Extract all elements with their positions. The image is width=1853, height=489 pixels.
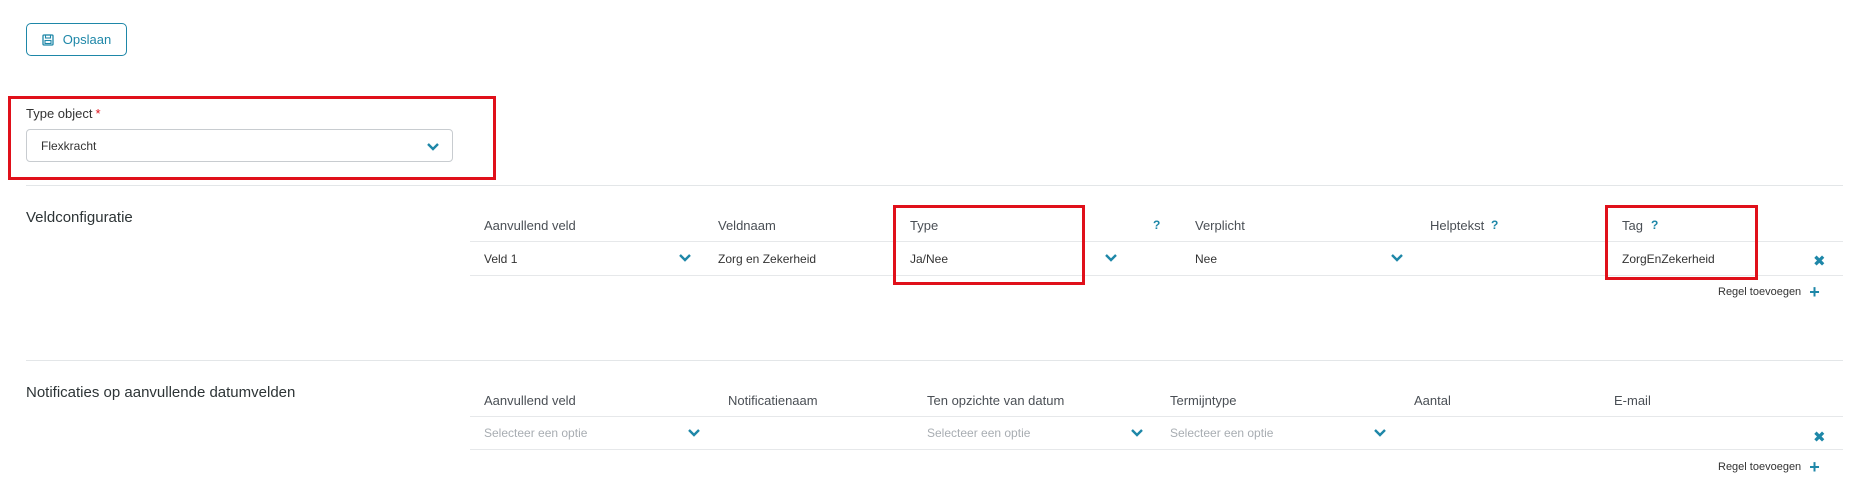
type-object-label-text: Type object: [26, 106, 93, 121]
chevron-down-icon[interactable]: [1104, 253, 1118, 262]
select-termijntype[interactable]: Selecteer een optie: [1170, 426, 1273, 440]
type-object-value: Flexkracht: [41, 138, 97, 153]
required-mark: *: [95, 106, 101, 121]
type-help-icon[interactable]: ?: [1153, 218, 1160, 232]
add-row-button[interactable]: Regel toevoegen +: [1718, 283, 1820, 301]
remove-row-close-icon[interactable]: ✖: [1813, 252, 1826, 270]
section-divider: [26, 185, 1843, 186]
plus-icon: +: [1809, 457, 1820, 477]
col-header-termijntype: Termijntype: [1170, 393, 1237, 408]
chevron-down-icon[interactable]: [678, 253, 692, 262]
remove-row-close-icon[interactable]: ✖: [1813, 428, 1826, 446]
save-button[interactable]: Opslaan: [26, 23, 127, 56]
col-header-helptekst: Helptekst: [1430, 218, 1485, 233]
table-row-line: [470, 449, 1843, 450]
chevron-down-icon: [427, 143, 439, 151]
table-row: [470, 417, 1843, 449]
add-row-label: Regel toevoegen: [1718, 461, 1802, 473]
chevron-down-icon[interactable]: [1390, 253, 1404, 262]
tag-column-highlight: [1605, 205, 1758, 280]
plus-icon: +: [1809, 282, 1820, 302]
section-divider: [26, 360, 1843, 361]
floppy-disk-icon: [42, 33, 54, 46]
col-header-email: E-mail: [1614, 393, 1651, 408]
col-header-ten-opzichte-van-datum: Ten opzichte van datum: [927, 393, 1065, 408]
type-object-label: Type object *: [26, 106, 101, 121]
select-ten-opzichte-van-datum[interactable]: Selecteer een optie: [927, 426, 1030, 440]
section-title-veldconfiguratie: Veldconfiguratie: [26, 209, 133, 226]
section-title-notificaties: Notificaties op aanvullende datumvelden: [26, 384, 296, 401]
cell-veldnaam[interactable]: Zorg en Zekerheid: [718, 252, 816, 266]
type-object-select[interactable]: Flexkracht: [26, 129, 453, 162]
cell-aanvullend-veld[interactable]: Veld 1: [484, 252, 517, 266]
cell-verplicht[interactable]: Nee: [1195, 252, 1217, 266]
col-header-aantal: Aantal: [1414, 393, 1451, 408]
chevron-down-icon[interactable]: [1373, 428, 1387, 437]
chevron-down-icon[interactable]: [687, 428, 701, 437]
col-header-verplicht: Verplicht: [1195, 218, 1245, 233]
save-button-label: Opslaan: [62, 32, 112, 47]
select-aanvullend-veld[interactable]: Selecteer een optie: [484, 426, 587, 440]
chevron-down-icon[interactable]: [1130, 428, 1144, 437]
type-column-highlight: [893, 205, 1085, 285]
add-row-button[interactable]: Regel toevoegen +: [1718, 458, 1820, 476]
col-header-veldnaam: Veldnaam: [718, 218, 776, 233]
col-header-aanvullend-veld: Aanvullend veld: [484, 393, 576, 408]
col-header-aanvullend-veld: Aanvullend veld: [484, 218, 576, 233]
helptekst-help-icon[interactable]: ?: [1491, 218, 1498, 232]
add-row-label: Regel toevoegen: [1718, 286, 1802, 298]
col-header-notificatienaam: Notificatienaam: [728, 393, 818, 408]
